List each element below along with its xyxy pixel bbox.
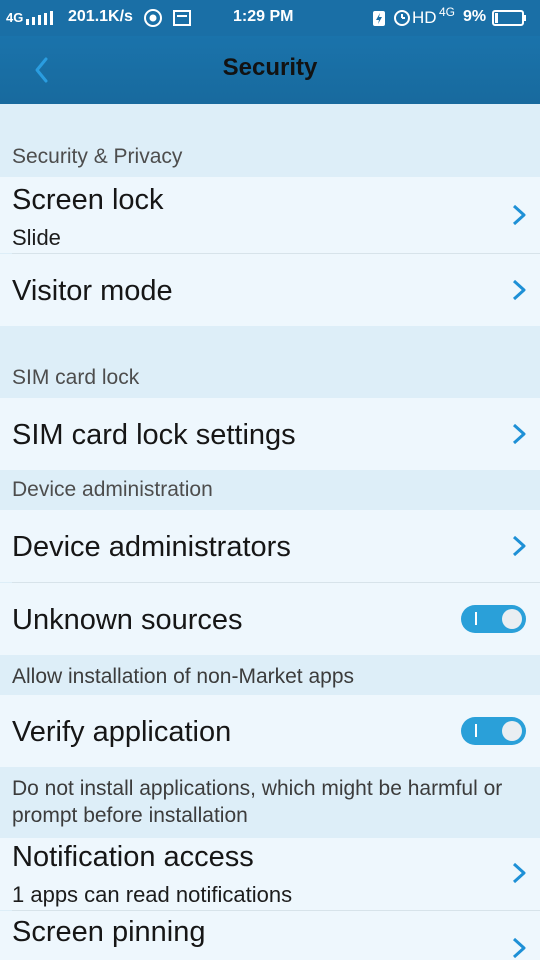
screenshot-icon [173, 10, 191, 26]
screen-lock-row[interactable]: Screen lock Slide [0, 177, 540, 253]
toggle-on-mark [475, 612, 477, 625]
app-bar: Security [0, 36, 540, 104]
notification-access-title: Notification access [12, 841, 254, 873]
battery-percent: 9% [463, 8, 487, 25]
toggle-knob [502, 609, 522, 629]
verify-application-row[interactable]: Verify application [0, 695, 540, 767]
visitor-mode-title: Visitor mode [12, 275, 173, 307]
sim-card-lock-settings-row[interactable]: SIM card lock settings [0, 398, 540, 470]
toggle-knob [502, 721, 522, 741]
notification-access-row[interactable]: Notification access 1 apps can read noti… [0, 838, 540, 910]
network-speed: 201.1K/s [68, 8, 133, 25]
toggle-on-mark [475, 724, 477, 737]
charging-icon [373, 11, 385, 26]
section-header-sim-card-lock: SIM card lock [12, 366, 140, 389]
unknown-sources-toggle[interactable] [461, 605, 526, 633]
signal-icon [26, 11, 53, 25]
device-administrators-row[interactable]: Device administrators [0, 510, 540, 582]
chevron-right-icon [512, 937, 526, 959]
chevron-right-icon [512, 204, 526, 226]
alarm-icon [394, 10, 410, 26]
verify-application-description: Do not install applications, which might… [12, 777, 503, 827]
screen-pinning-row[interactable]: Screen pinning [0, 911, 540, 960]
data-type: 4G [439, 5, 456, 19]
screen-pinning-title: Screen pinning [12, 916, 206, 948]
visitor-mode-row[interactable]: Visitor mode [0, 254, 540, 326]
verify-application-title: Verify application [12, 716, 232, 748]
sim-card-lock-settings-title: SIM card lock settings [12, 419, 296, 451]
network-type: 4G [6, 10, 24, 25]
unknown-sources-title: Unknown sources [12, 604, 243, 636]
chevron-right-icon [512, 535, 526, 557]
section-header-security-privacy: Security & Privacy [12, 145, 183, 168]
unknown-sources-description: Allow installation of non-Market apps [12, 665, 355, 688]
unknown-sources-row[interactable]: Unknown sources [0, 583, 540, 655]
chevron-right-icon [512, 423, 526, 445]
notification-access-subtitle: 1 apps can read notifications [12, 882, 293, 907]
device-administrators-title: Device administrators [12, 531, 291, 563]
screen-lock-title: Screen lock [12, 184, 164, 216]
page-title: Security [222, 54, 318, 81]
status-bar: 4G 201.1K/s 1:29 PM HD 4G 9% [0, 0, 540, 36]
section-header-device-administration: Device administration [12, 478, 213, 501]
clock: 1:29 PM [233, 8, 294, 25]
verify-application-toggle[interactable] [461, 717, 526, 745]
chevron-right-icon [512, 862, 526, 884]
chevron-right-icon [512, 279, 526, 301]
screen-lock-subtitle: Slide [12, 225, 61, 250]
battery-icon [492, 10, 526, 26]
chrome-icon [144, 9, 162, 27]
hd-indicator: HD [412, 8, 437, 27]
